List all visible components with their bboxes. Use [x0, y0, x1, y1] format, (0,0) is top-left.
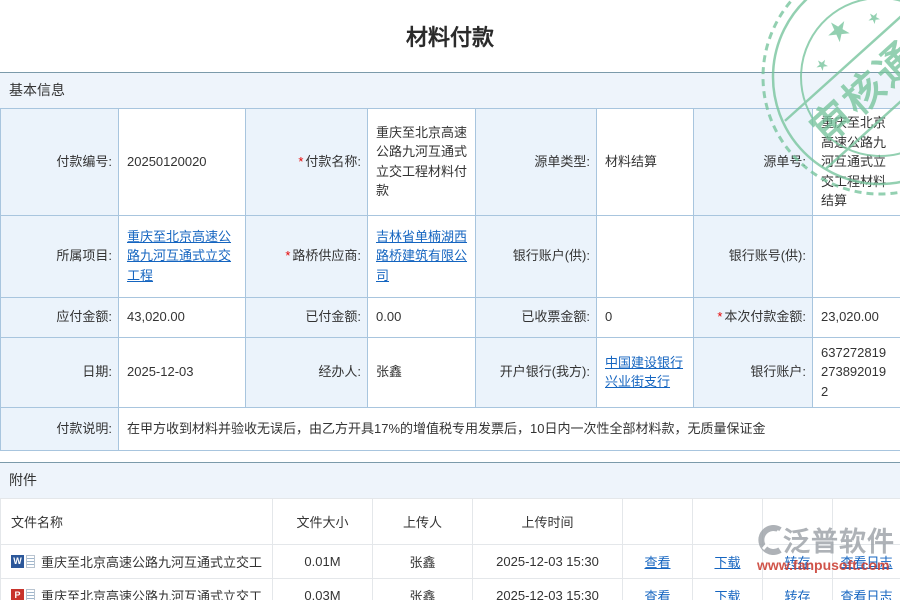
view-link[interactable]: 查看	[644, 589, 670, 600]
field-label-supplier: *路桥供应商:	[246, 215, 368, 297]
field-value-paid-amount: 0.00	[368, 297, 476, 337]
field-label-our-bank: 开户银行(我方):	[476, 337, 597, 407]
field-value-payable-amount: 43,020.00	[119, 297, 246, 337]
attach-header-action-3	[763, 498, 833, 544]
transfer-link[interactable]: 转存	[784, 555, 810, 570]
field-value-date: 2025-12-03	[119, 337, 246, 407]
our-bank-link[interactable]: 中国建设银行兴业街支行	[605, 355, 683, 390]
field-label-bank-account: 银行账户:	[694, 337, 813, 407]
attachment-row: P 重庆至北京高速公路九河互通式立交工 0.03M 张鑫 2025-12-03 …	[1, 578, 900, 600]
field-label-payment-name: *付款名称:	[246, 109, 368, 216]
attachments-table: 文件名称 文件大小 上传人 上传时间 W 重庆至北京高速公路九河互通式立交工 0…	[0, 498, 900, 600]
attach-header-action-1	[623, 498, 693, 544]
field-label-source-no: 源单号:	[694, 109, 813, 216]
attach-header-file-name: 文件名称	[1, 498, 273, 544]
field-label-bank-no-supplier: 银行账号(供):	[694, 215, 813, 297]
required-marker: *	[717, 309, 722, 324]
project-link[interactable]: 重庆至北京高速公路九河互通式立交工程	[127, 229, 231, 283]
word-file-icon: W	[11, 555, 24, 568]
field-label-payment-note: 付款说明:	[1, 407, 119, 450]
attach-header-action-2	[693, 498, 763, 544]
field-value-payment-name: 重庆至北京高速公路九河互通式立交工程材料付款	[368, 109, 476, 216]
attachment-upload-time: 2025-12-03 15:30	[473, 544, 623, 578]
field-label-invoiced-amount: 已收票金额:	[476, 297, 597, 337]
field-value-project: 重庆至北京高速公路九河互通式立交工程	[119, 215, 246, 297]
field-label-handler: 经办人:	[246, 337, 368, 407]
field-label-source-type: 源单类型:	[476, 109, 597, 216]
required-marker: *	[285, 248, 290, 263]
view-link[interactable]: 查看	[644, 555, 670, 570]
section-attachments: 附件	[0, 462, 900, 498]
attachment-row: W 重庆至北京高速公路九河互通式立交工 0.01M 张鑫 2025-12-03 …	[1, 544, 900, 578]
field-value-bank-acct-supplier	[597, 215, 694, 297]
view-log-link[interactable]: 查看日志	[840, 555, 892, 570]
basic-info-table: 付款编号: 20250120020 *付款名称: 重庆至北京高速公路九河互通式立…	[0, 108, 900, 451]
field-label-bank-acct-supplier: 银行账户(供):	[476, 215, 597, 297]
pdf-file-icon: P	[11, 589, 24, 600]
field-value-current-payment: 23,020.00	[813, 297, 900, 337]
attach-header-uploader: 上传人	[373, 498, 473, 544]
field-label-project: 所属项目:	[1, 215, 119, 297]
attachment-file-name: 重庆至北京高速公路九河互通式立交工	[41, 552, 262, 571]
attach-header-file-size: 文件大小	[273, 498, 373, 544]
attachment-upload-time: 2025-12-03 15:30	[473, 578, 623, 600]
field-label-paid-amount: 已付金额:	[246, 297, 368, 337]
view-log-link[interactable]: 查看日志	[840, 589, 892, 600]
field-value-our-bank: 中国建设银行兴业街支行	[597, 337, 694, 407]
attachment-file-size: 0.03M	[273, 578, 373, 600]
field-label-payment-no: 付款编号:	[1, 109, 119, 216]
attach-header-action-4	[833, 498, 900, 544]
field-value-bank-account: 6372728192738920192	[813, 337, 900, 407]
section-basic-info: 基本信息	[0, 72, 900, 108]
transfer-link[interactable]: 转存	[784, 589, 810, 600]
attachment-uploader: 张鑫	[373, 544, 473, 578]
attachment-file-name: 重庆至北京高速公路九河互通式立交工	[41, 586, 262, 600]
field-value-payment-note: 在甲方收到材料并验收无误后，由乙方开具17%的增值税专用发票后，10日内一次性全…	[119, 407, 900, 450]
download-link[interactable]: 下载	[714, 555, 740, 570]
field-value-handler: 张鑫	[368, 337, 476, 407]
field-label-date: 日期:	[1, 337, 119, 407]
field-value-payment-no: 20250120020	[119, 109, 246, 216]
required-marker: *	[298, 154, 303, 169]
attachment-uploader: 张鑫	[373, 578, 473, 600]
supplier-link[interactable]: 吉林省单楠湖西路桥建筑有限公司	[376, 229, 467, 283]
field-value-invoiced-amount: 0	[597, 297, 694, 337]
field-value-source-type: 材料结算	[597, 109, 694, 216]
field-label-payable-amount: 应付金额:	[1, 297, 119, 337]
attachment-file-size: 0.01M	[273, 544, 373, 578]
document-page-icon	[26, 589, 35, 600]
attach-header-upload-time: 上传时间	[473, 498, 623, 544]
download-link[interactable]: 下载	[714, 589, 740, 600]
field-value-source-no: 重庆至北京高速公路九河互通式立交工程材料结算	[813, 109, 900, 216]
field-value-supplier: 吉林省单楠湖西路桥建筑有限公司	[368, 215, 476, 297]
field-value-bank-no-supplier	[813, 215, 900, 297]
page-title: 材料付款	[0, 0, 900, 72]
field-label-current-payment: *本次付款金额:	[694, 297, 813, 337]
document-page-icon	[26, 555, 35, 568]
